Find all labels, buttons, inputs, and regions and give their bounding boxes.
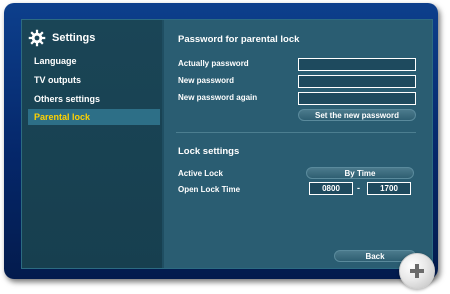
sidebar-item-language[interactable]: Language: [28, 53, 160, 69]
sidebar-item-label: TV outputs: [34, 75, 81, 85]
section-divider: [176, 132, 416, 133]
set-new-password-button[interactable]: Set the new password: [298, 109, 416, 121]
device-frame: Settings Language TV outputs Others sett…: [4, 3, 438, 279]
open-time-from-input[interactable]: 0800: [309, 182, 353, 195]
sidebar-item-tv-outputs[interactable]: TV outputs: [28, 72, 160, 88]
main-panel: Password for parental lock Actually pass…: [164, 20, 432, 268]
sidebar-title: Settings: [52, 32, 96, 44]
active-lock-label: Active Lock: [178, 169, 223, 178]
sidebar-item-label: Language: [34, 56, 77, 66]
zoom-button[interactable]: [399, 253, 435, 289]
new-password-label: New password: [178, 76, 235, 85]
settings-screen: Settings Language TV outputs Others sett…: [21, 19, 433, 269]
active-lock-select[interactable]: By Time: [306, 167, 414, 179]
time-separator: -: [357, 183, 360, 193]
sidebar-item-label: Parental lock: [34, 112, 91, 122]
new-password-again-input[interactable]: [298, 92, 416, 105]
open-time-to-input[interactable]: 1700: [367, 182, 411, 195]
zoom-plus-icon: [410, 264, 424, 278]
new-password-again-label: New password again: [178, 93, 258, 102]
sidebar: Settings Language TV outputs Others sett…: [22, 20, 162, 268]
password-section-title: Password for parental lock: [178, 34, 300, 45]
sidebar-item-others-settings[interactable]: Others settings: [28, 91, 160, 107]
actual-password-input[interactable]: [298, 58, 416, 71]
actual-password-label: Actually password: [178, 59, 249, 68]
sidebar-item-parental-lock[interactable]: Parental lock: [28, 109, 160, 125]
sidebar-item-label: Others settings: [34, 94, 101, 104]
lock-section-title: Lock settings: [178, 146, 240, 157]
new-password-input[interactable]: [298, 75, 416, 88]
open-lock-time-label: Open Lock Time: [178, 185, 241, 194]
sidebar-header: Settings: [28, 28, 95, 48]
gear-icon: [28, 29, 46, 47]
